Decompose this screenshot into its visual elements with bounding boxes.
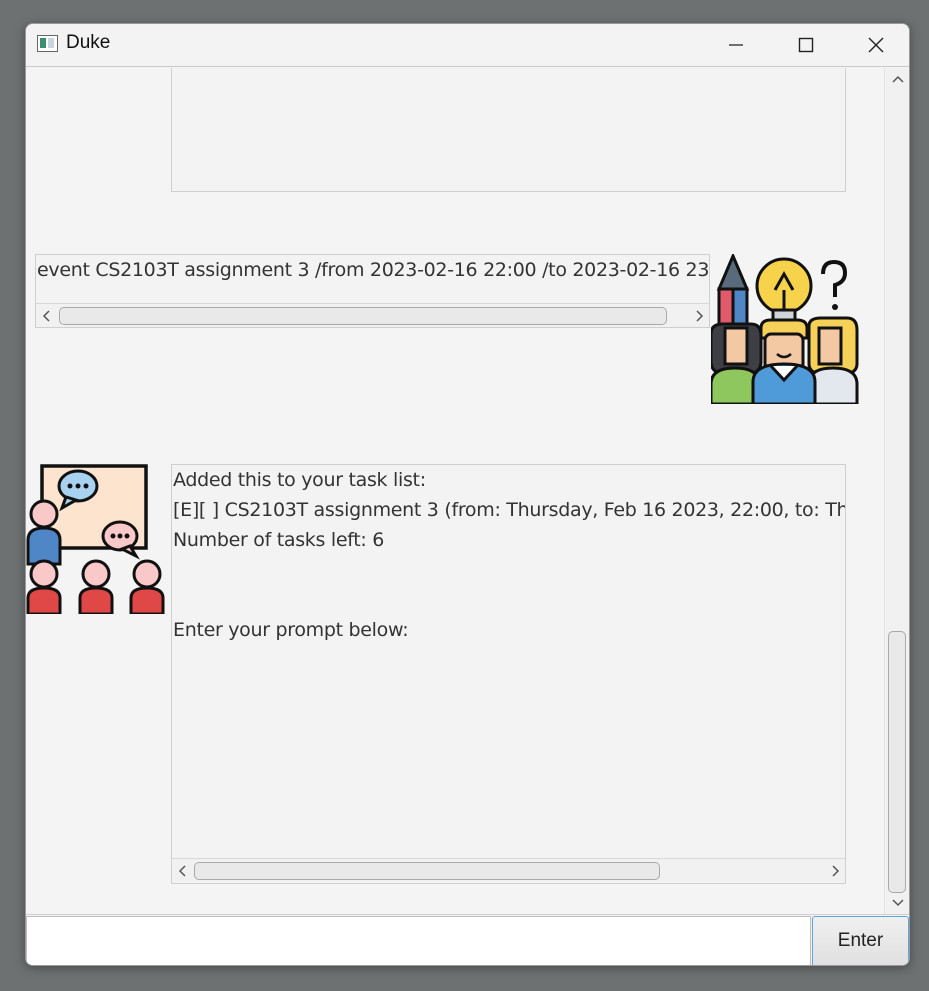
scroll-up-icon[interactable] bbox=[890, 72, 906, 88]
presentation-chat-icon bbox=[26, 464, 165, 614]
user-message-text: event CS2103T assignment 3 /from 2023-02… bbox=[37, 259, 710, 281]
maximize-button[interactable] bbox=[771, 24, 841, 67]
dialog-container[interactable]: event CS2103T assignment 3 /from 2023-02… bbox=[26, 68, 883, 914]
window-title: Duke bbox=[66, 32, 111, 53]
bot-message-line: [E][ ] CS2103T assignment 3 (from: Thurs… bbox=[173, 499, 846, 521]
minimize-icon bbox=[729, 44, 743, 46]
close-button[interactable] bbox=[841, 24, 909, 67]
enter-button[interactable]: Enter bbox=[812, 916, 909, 965]
scroll-right-icon[interactable] bbox=[692, 308, 706, 324]
bot-message-line: Enter your prompt below: bbox=[173, 619, 409, 641]
bot-message-hscrollbar[interactable] bbox=[172, 858, 845, 882]
app-icon bbox=[37, 35, 58, 52]
maximize-icon bbox=[798, 37, 814, 53]
title-bar[interactable]: Duke bbox=[26, 24, 909, 67]
close-icon bbox=[868, 37, 884, 53]
user-message-bubble: event CS2103T assignment 3 /from 2023-02… bbox=[35, 254, 710, 328]
people-ideas-icon bbox=[711, 254, 859, 404]
minimize-button[interactable] bbox=[701, 24, 771, 67]
dialog-vscrollbar[interactable] bbox=[884, 68, 909, 914]
bot-message-line: Added this to your task list: bbox=[173, 469, 426, 491]
bot-message-line: Number of tasks left: 6 bbox=[173, 529, 385, 551]
scroll-left-icon[interactable] bbox=[40, 308, 54, 324]
hscroll-thumb[interactable] bbox=[194, 862, 660, 880]
bot-message-bubble: Added this to your task list: [E][ ] CS2… bbox=[171, 464, 846, 884]
input-bar: Enter bbox=[26, 914, 909, 965]
scroll-left-icon[interactable] bbox=[176, 863, 190, 879]
scroll-right-icon[interactable] bbox=[828, 863, 842, 879]
scroll-down-icon[interactable] bbox=[890, 894, 906, 910]
user-message-hscrollbar[interactable] bbox=[36, 303, 709, 327]
user-input-field[interactable] bbox=[26, 916, 811, 965]
app-window: Duke event CS2103T assignment 3 /from 20… bbox=[25, 23, 910, 966]
vscroll-thumb[interactable] bbox=[888, 631, 906, 893]
hscroll-thumb[interactable] bbox=[59, 307, 667, 325]
bot-message-bubble bbox=[171, 68, 846, 192]
